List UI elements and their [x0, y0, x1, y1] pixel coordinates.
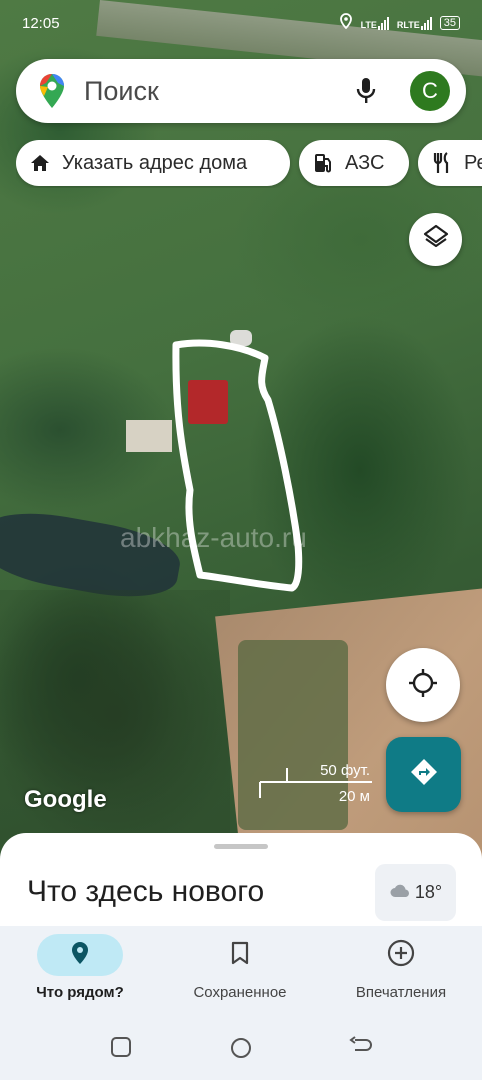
nav-explore[interactable]: Что рядом? — [5, 934, 155, 1001]
nav-saved-indicator — [197, 934, 283, 976]
watermark: abkhaz-auto.ru — [120, 522, 307, 553]
category-chips: Указать адрес дома АЗС Ре — [16, 140, 482, 188]
chip-home-address[interactable]: Указать адрес дома — [16, 140, 290, 186]
signal-icon-2: RLTE — [396, 16, 432, 30]
account-avatar[interactable]: C — [410, 71, 450, 111]
home-circle-icon[interactable] — [229, 1036, 253, 1065]
chip-label: Указать адрес дома — [62, 151, 248, 174]
layers-icon — [423, 224, 449, 255]
google-logo: Google — [24, 786, 107, 813]
weather-temp: 18° — [414, 882, 443, 902]
weather-chip[interactable]: 18° — [375, 864, 456, 921]
add-circle-icon — [387, 939, 415, 971]
chip-gas-station[interactable]: АЗС — [299, 140, 409, 186]
nav-label: Впечатления — [355, 984, 447, 1001]
back-icon[interactable] — [349, 1036, 373, 1063]
directions-icon — [409, 757, 439, 792]
sheet-title: Что здесь нового — [27, 875, 265, 908]
microphone-icon[interactable] — [356, 77, 376, 110]
layers-button[interactable] — [409, 213, 462, 266]
chip-label: Ре — [464, 151, 482, 174]
recent-apps-icon[interactable] — [110, 1036, 132, 1063]
system-navigation-bar — [0, 1008, 482, 1080]
sheet-drag-handle[interactable] — [214, 844, 268, 849]
nav-label: Сохраненное — [193, 984, 287, 1001]
crosshair-icon — [407, 667, 439, 704]
nav-saved[interactable]: Сохраненное — [165, 934, 315, 1001]
signal-label: LTE — [360, 19, 377, 30]
location-pin-icon — [71, 941, 89, 969]
search-bar[interactable]: Поиск C — [16, 59, 466, 123]
map-scale: 50 фут. 20 м — [258, 758, 374, 805]
nav-contribute-indicator — [358, 934, 444, 976]
bookmark-icon — [231, 941, 249, 969]
cloud-icon — [389, 882, 411, 903]
location-status-icon — [339, 13, 353, 33]
gas-station-icon — [313, 152, 333, 174]
signal-label-2: RLTE — [396, 19, 420, 30]
scale-feet: 50 фут. — [320, 762, 370, 779]
nav-contribute[interactable]: Впечатления — [326, 934, 476, 1001]
home-icon — [30, 153, 50, 173]
nav-label: Что рядом? — [36, 984, 124, 1001]
directions-button[interactable] — [386, 737, 461, 812]
battery-icon: 35 — [439, 16, 460, 30]
signal-icon: LTE — [360, 16, 389, 30]
bottom-navigation: Что рядом? Сохраненное Впечатления — [0, 926, 482, 1008]
google-maps-pin-icon — [38, 73, 66, 114]
status-bar: 12:05 LTE RLTE 35 — [0, 0, 482, 46]
my-location-button[interactable] — [386, 648, 460, 722]
scale-meters: 20 м — [338, 788, 370, 805]
chip-label: АЗС — [345, 151, 385, 174]
nav-explore-indicator — [37, 934, 123, 976]
search-input[interactable]: Поиск — [84, 76, 159, 107]
clock: 12:05 — [22, 15, 60, 32]
restaurant-icon — [432, 152, 452, 174]
chip-restaurants[interactable]: Ре — [418, 140, 482, 186]
